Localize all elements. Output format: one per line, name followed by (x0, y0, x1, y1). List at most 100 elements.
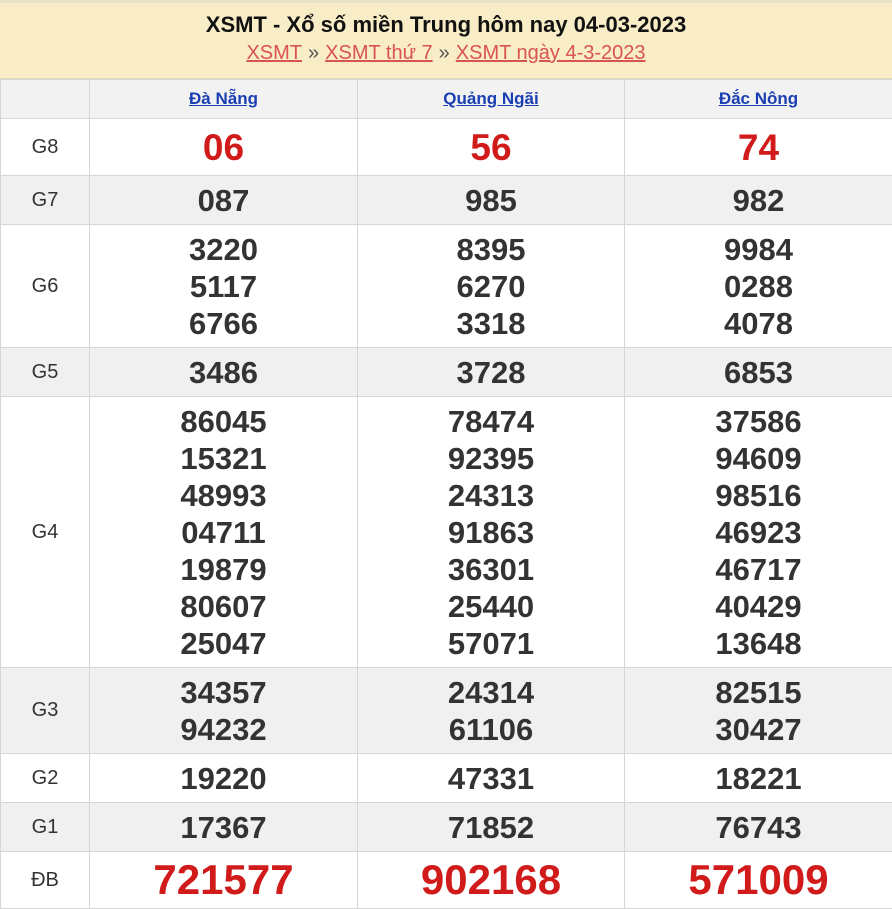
prize-row-g4: G486045153214899304711198798060725047784… (1, 397, 892, 668)
breadcrumb-xsmt-date-link[interactable]: XSMT ngày 4-3-2023 (456, 42, 646, 64)
prize-cell: 78474923952431391863363012544057071 (358, 397, 625, 668)
results-page: XSMT - Xổ số miền Trung hôm nay 04-03-20… (0, 0, 892, 898)
prize-number: 19220 (90, 760, 357, 797)
prize-cell: 322051176766 (90, 225, 358, 348)
prize-label: G8 (1, 119, 90, 176)
prize-cell: 985 (358, 176, 625, 225)
prize-cell: 8251530427 (625, 668, 892, 754)
prize-cell: 17367 (90, 803, 358, 852)
prize-cell: 087 (90, 176, 358, 225)
prize-row-g5: G5348637286853 (1, 348, 892, 397)
prize-row-g7: G7087985982 (1, 176, 892, 225)
prize-number: 36301 (358, 551, 624, 588)
province-link-da-nang[interactable]: Đà Nẵng (189, 89, 258, 108)
prize-number: 17367 (90, 809, 357, 846)
breadcrumb-xsmt-link[interactable]: XSMT (246, 42, 302, 64)
prize-row-g6: G6322051176766839562703318998402884078 (1, 225, 892, 348)
prize-number: 98516 (625, 477, 892, 514)
prize-number: 94232 (90, 711, 357, 748)
prize-number: 91863 (358, 514, 624, 551)
prize-label: ĐB (1, 852, 90, 909)
prize-number: 24313 (358, 477, 624, 514)
prize-number: 61106 (358, 711, 624, 748)
prize-row-g2: G2192204733118221 (1, 754, 892, 803)
province-header-dac-nong: Đắc Nông (625, 80, 892, 119)
prize-row-db: ĐB721577902168571009 (1, 852, 892, 909)
prize-label: G6 (1, 225, 90, 348)
province-link-quang-ngai[interactable]: Quảng Ngãi (443, 89, 538, 108)
prize-label: G7 (1, 176, 90, 225)
prize-number: 6270 (358, 268, 624, 305)
prize-number: 86045 (90, 403, 357, 440)
prize-label: G5 (1, 348, 90, 397)
prize-cell: 19220 (90, 754, 358, 803)
prize-number: 46717 (625, 551, 892, 588)
prize-number: 6853 (625, 354, 892, 391)
prize-cell: 06 (90, 119, 358, 176)
prize-number: 71852 (358, 809, 624, 846)
prize-cell: 839562703318 (358, 225, 625, 348)
prize-number: 04711 (90, 514, 357, 551)
prize-number: 902168 (358, 857, 624, 903)
province-header-da-nang: Đà Nẵng (90, 80, 358, 119)
prize-number: 46923 (625, 514, 892, 551)
prize-cell: 37586946099851646923467174042913648 (625, 397, 892, 668)
prize-label: G4 (1, 397, 90, 668)
prize-cell: 76743 (625, 803, 892, 852)
prize-cell: 86045153214899304711198798060725047 (90, 397, 358, 668)
prize-number: 9984 (625, 231, 892, 268)
prize-number: 13648 (625, 625, 892, 662)
prize-cell: 902168 (358, 852, 625, 909)
prize-number: 80607 (90, 588, 357, 625)
prize-number: 40429 (625, 588, 892, 625)
prize-number: 25440 (358, 588, 624, 625)
prize-cell: 6853 (625, 348, 892, 397)
prize-number: 56 (358, 129, 624, 166)
prize-cell: 71852 (358, 803, 625, 852)
results-table: Đà Nẵng Quảng Ngãi Đắc Nông G8065674 G708… (0, 79, 892, 909)
table-header-row: Đà Nẵng Quảng Ngãi Đắc Nông (1, 80, 892, 119)
breadcrumb-separator: » (308, 42, 319, 64)
prize-number: 47331 (358, 760, 624, 797)
prize-cell: 3486 (90, 348, 358, 397)
prize-number: 92395 (358, 440, 624, 477)
breadcrumb-xsmt-weekday-link[interactable]: XSMT thứ 7 (325, 42, 433, 64)
prize-number: 5117 (90, 268, 357, 305)
prize-cell: 982 (625, 176, 892, 225)
prize-number: 0288 (625, 268, 892, 305)
prize-cell: 3728 (358, 348, 625, 397)
prize-number: 18221 (625, 760, 892, 797)
prize-number: 3486 (90, 354, 357, 391)
prize-number: 94609 (625, 440, 892, 477)
prize-number: 57071 (358, 625, 624, 662)
prize-number: 74 (625, 129, 892, 166)
prize-number: 82515 (625, 674, 892, 711)
prize-label: G2 (1, 754, 90, 803)
prize-number: 3318 (358, 305, 624, 342)
prize-number: 087 (90, 182, 357, 219)
prize-number: 4078 (625, 305, 892, 342)
prize-number: 78474 (358, 403, 624, 440)
prize-cell: 2431461106 (358, 668, 625, 754)
breadcrumb: XSMT » XSMT thứ 7 » XSMT ngày 4-3-2023 (0, 42, 892, 65)
prize-cell: 3435794232 (90, 668, 358, 754)
prize-cell: 721577 (90, 852, 358, 909)
prize-number: 15321 (90, 440, 357, 477)
prize-number: 30427 (625, 711, 892, 748)
prize-number: 19879 (90, 551, 357, 588)
province-link-dac-nong[interactable]: Đắc Nông (719, 89, 798, 108)
prize-label: G3 (1, 668, 90, 754)
prize-number: 24314 (358, 674, 624, 711)
prize-row-g1: G1173677185276743 (1, 803, 892, 852)
prize-cell: 571009 (625, 852, 892, 909)
prize-number: 6766 (90, 305, 357, 342)
prize-number: 721577 (90, 857, 357, 903)
prize-number: 982 (625, 182, 892, 219)
prize-number: 571009 (625, 857, 892, 903)
prize-number: 76743 (625, 809, 892, 846)
page-title: XSMT - Xổ số miền Trung hôm nay 04-03-20… (0, 12, 892, 38)
breadcrumb-separator: » (439, 42, 450, 64)
prize-number: 25047 (90, 625, 357, 662)
prize-cell: 56 (358, 119, 625, 176)
prize-cell: 47331 (358, 754, 625, 803)
